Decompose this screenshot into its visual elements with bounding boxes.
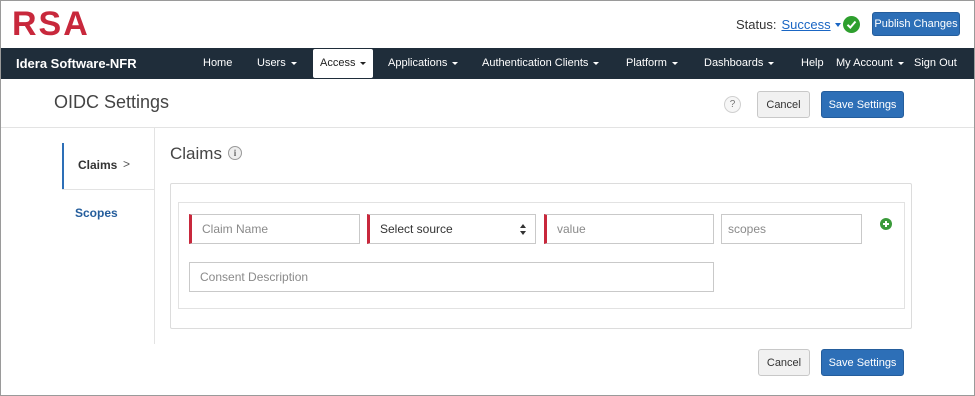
- sidebar-item-label: Claims: [78, 158, 118, 172]
- caret-down-icon: [768, 61, 775, 65]
- cancel-button[interactable]: Cancel: [758, 349, 810, 376]
- status-label: Status:: [736, 17, 777, 32]
- claim-scopes-field[interactable]: [721, 214, 862, 244]
- caret-down-icon: [360, 61, 367, 65]
- select-arrows-icon: [520, 224, 526, 235]
- page-title: OIDC Settings: [54, 92, 170, 112]
- publish-changes-button[interactable]: Publish Changes: [872, 12, 960, 36]
- info-icon[interactable]: i: [228, 146, 242, 160]
- checkmark-icon: [843, 16, 860, 33]
- nav-item-help[interactable]: Help: [801, 48, 824, 79]
- caret-down-icon: [290, 61, 297, 65]
- chevron-down-icon[interactable]: [834, 22, 841, 27]
- sidebar-divider: [154, 128, 155, 143]
- nav-item-authentication-clients[interactable]: Authentication Clients: [482, 48, 600, 79]
- nav-item-label: My Account: [836, 57, 893, 69]
- sidebar-item-claims[interactable]: Claims >: [62, 143, 155, 189]
- caret-down-icon: [671, 61, 678, 65]
- nav-item-platform[interactable]: Platform: [626, 48, 678, 79]
- nav-item-label: Users: [257, 57, 286, 69]
- source-select-value: Select source: [380, 222, 453, 236]
- nav-item-label: Access: [320, 57, 356, 69]
- caret-down-icon: [897, 61, 904, 65]
- nav-item-label: Platform: [626, 57, 667, 69]
- nav-item-applications[interactable]: Applications: [388, 48, 459, 79]
- add-claim-icon[interactable]: [880, 218, 892, 230]
- navbar-brand: Idera Software-NFR: [16, 56, 137, 71]
- nav-item-label: Applications: [388, 57, 448, 69]
- nav-item-access[interactable]: Access: [313, 49, 374, 78]
- help-icon[interactable]: ?: [724, 96, 741, 113]
- nav-item-label: Home: [203, 57, 233, 69]
- sidebar-item-scopes[interactable]: Scopes: [75, 206, 118, 220]
- nav-item-label: Authentication Clients: [482, 57, 589, 69]
- section-title: Claims: [170, 144, 222, 163]
- nav-item-label: Help: [801, 57, 824, 69]
- cancel-button[interactable]: Cancel: [757, 91, 810, 118]
- nav-item-users[interactable]: Users: [257, 48, 297, 79]
- chevron-right-icon: >: [123, 157, 131, 171]
- caret-down-icon: [452, 61, 459, 65]
- nav-item-home[interactable]: Home: [203, 48, 232, 79]
- main-navbar: Idera Software-NFR Home Users Access App…: [1, 48, 974, 79]
- nav-item-label: Sign Out: [914, 57, 957, 69]
- header-divider: [1, 127, 974, 128]
- sidebar-divider: [62, 189, 155, 190]
- save-settings-button[interactable]: Save Settings: [821, 91, 904, 118]
- caret-down-icon: [593, 61, 600, 65]
- claim-name-field[interactable]: [189, 214, 360, 244]
- consent-description-field[interactable]: [189, 262, 714, 292]
- source-select[interactable]: Select source: [367, 214, 536, 244]
- nav-item-my-account[interactable]: My Account: [836, 48, 904, 79]
- rsa-logo: RSA: [12, 5, 102, 45]
- claim-value-field[interactable]: [544, 214, 714, 244]
- svg-text:RSA: RSA: [12, 6, 90, 40]
- save-settings-button[interactable]: Save Settings: [821, 349, 904, 376]
- nav-item-dashboards[interactable]: Dashboards: [704, 48, 775, 79]
- status-indicator: Status: Success: [736, 17, 841, 32]
- nav-item-sign-out[interactable]: Sign Out: [914, 48, 957, 79]
- status-value-link[interactable]: Success: [781, 17, 830, 32]
- sidebar-divider: [154, 189, 155, 344]
- nav-item-label: Dashboards: [704, 57, 764, 69]
